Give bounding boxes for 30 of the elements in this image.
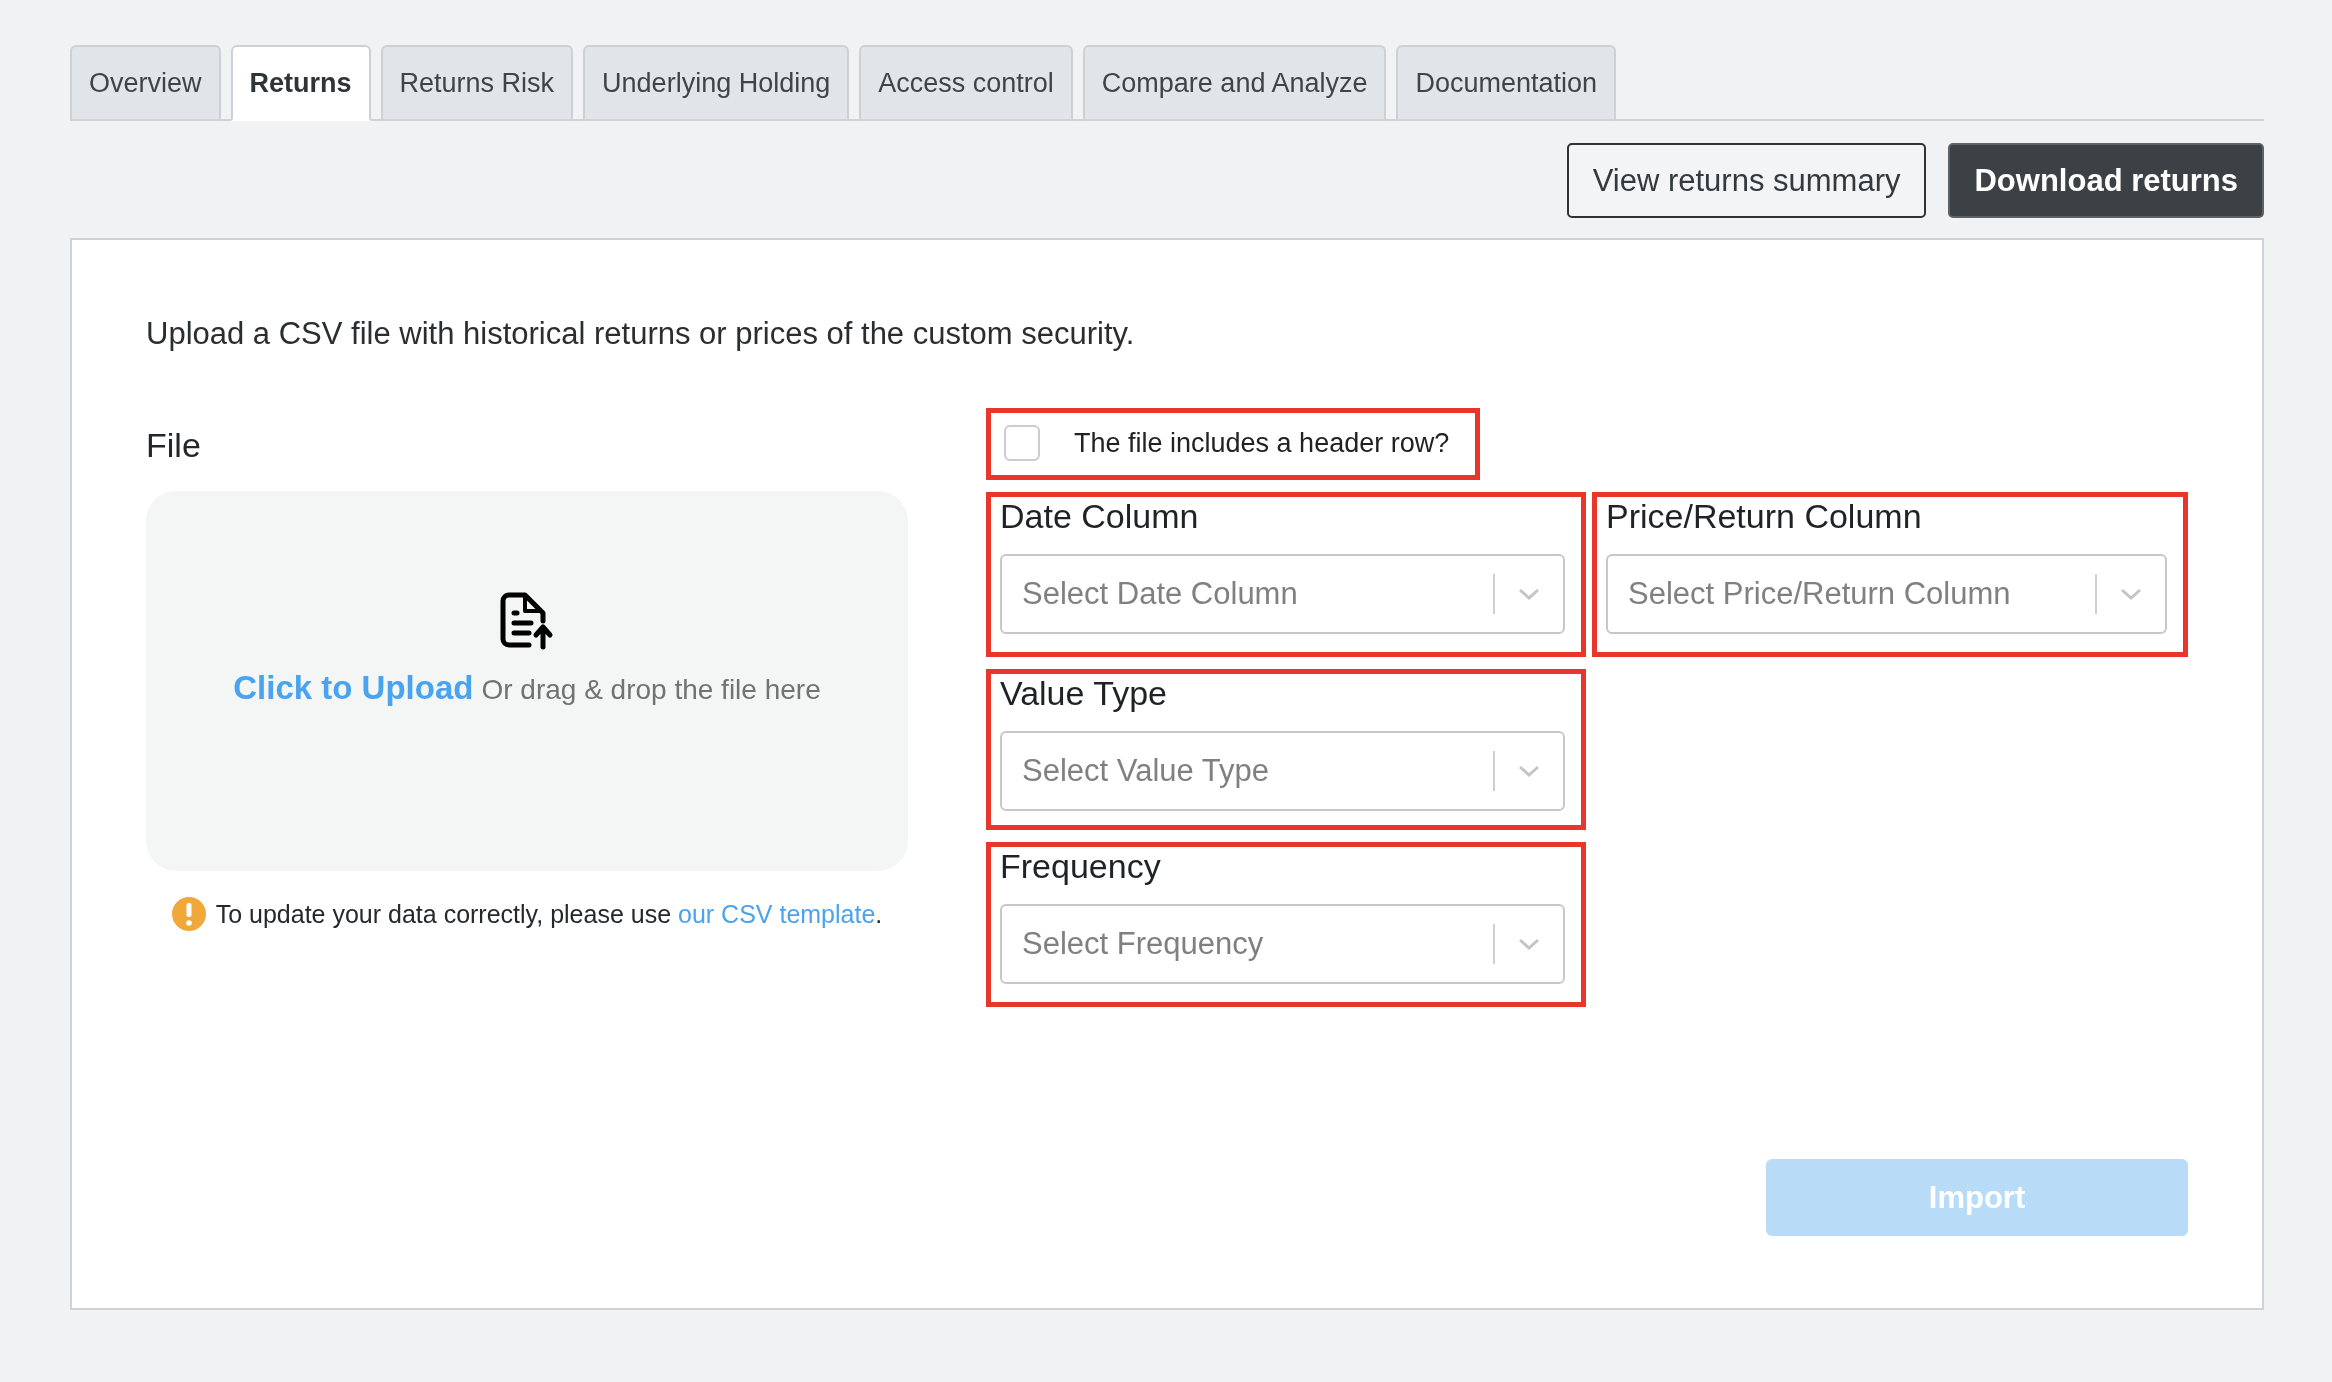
field-label: Value Type bbox=[1000, 674, 1168, 713]
warning-icon bbox=[171, 897, 206, 931]
notice-text: To update your data correctly, please use our CSV template. bbox=[215, 899, 883, 929]
field-label: Frequency bbox=[1000, 847, 1162, 886]
tab[interactable]: Documentation bbox=[1396, 45, 1617, 121]
tab[interactable]: Underlying Holding bbox=[583, 45, 850, 121]
tab[interactable]: Returns bbox=[230, 45, 371, 121]
tab[interactable]: Overview bbox=[70, 45, 221, 121]
summary-button[interactable]: View returns summary bbox=[1566, 143, 1927, 218]
field-label: Date Column bbox=[1000, 497, 1200, 536]
checkbox[interactable] bbox=[1004, 425, 1040, 461]
tab[interactable]: Access control bbox=[859, 45, 1073, 121]
field-label: File bbox=[146, 426, 202, 465]
drop-hint: Or drag & drop the file here bbox=[481, 674, 821, 706]
field-label: Price/Return Column bbox=[1606, 497, 1923, 536]
tab[interactable]: Returns Risk bbox=[380, 45, 574, 121]
chevron-down-icon bbox=[1517, 586, 1541, 602]
file-upload-icon bbox=[499, 591, 555, 651]
chevron-down-icon bbox=[1517, 936, 1541, 952]
drop-zone[interactable]: Click to Upload Or drag & drop the file here bbox=[146, 491, 908, 871]
checkbox-label: The file includes a header row? bbox=[1074, 427, 1450, 459]
chevron-down-icon bbox=[2119, 586, 2143, 602]
select-field[interactable]: Select Frequency bbox=[1000, 904, 1565, 984]
select-field[interactable]: Select Price/Return Column bbox=[1606, 554, 2167, 634]
select-field[interactable]: Select Value Type bbox=[1000, 731, 1565, 811]
select-field[interactable]: Select Date Column bbox=[1000, 554, 1565, 634]
download-button[interactable]: Download returns bbox=[1948, 143, 2264, 218]
chevron-down-icon bbox=[1517, 763, 1541, 779]
tab[interactable]: Compare and Analyze bbox=[1082, 45, 1387, 121]
intro-text: Upload a CSV file with historical returns or prices of the custom security. bbox=[146, 316, 1136, 352]
